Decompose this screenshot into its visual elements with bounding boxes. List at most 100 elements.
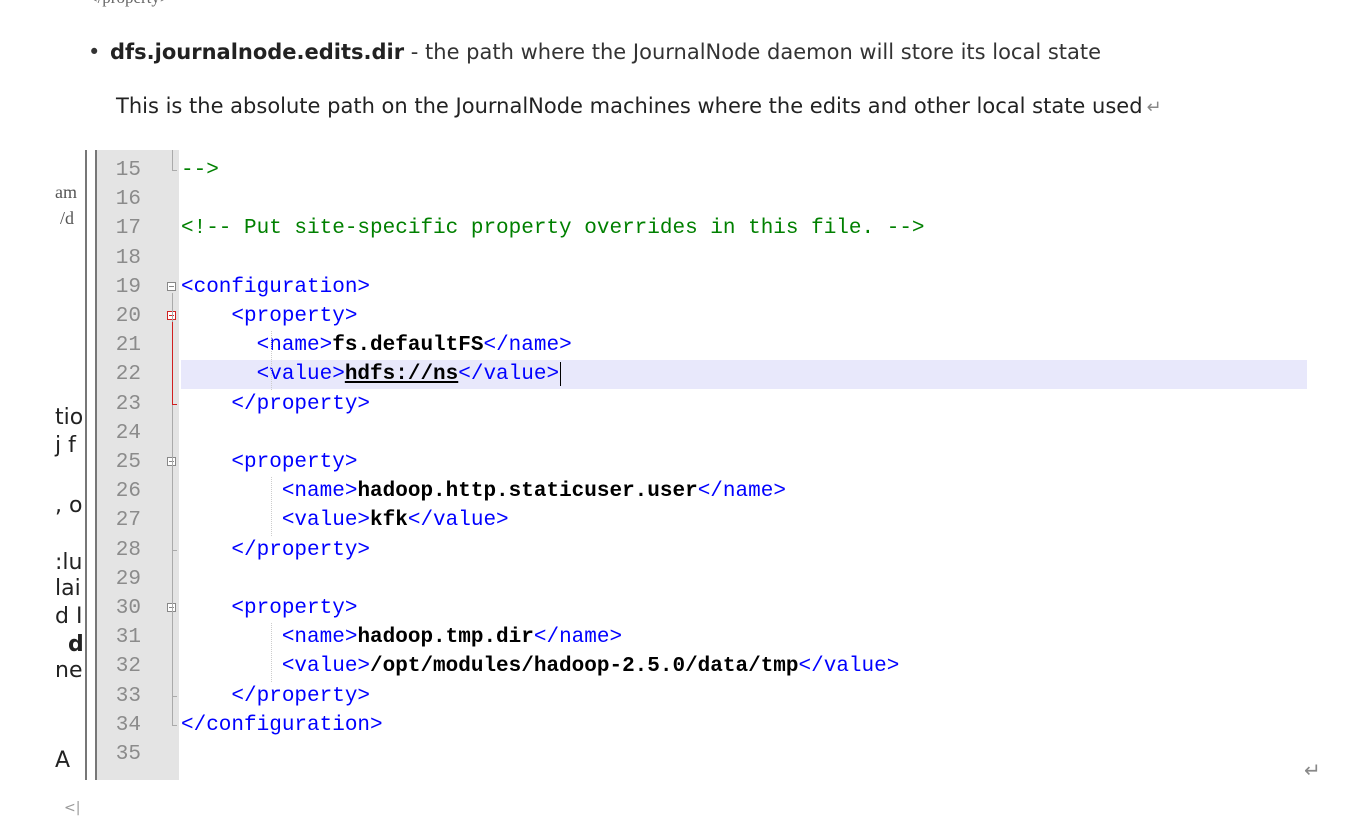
code-line[interactable]: 17 <!-- Put site-specific property overri… [97,214,1307,243]
line-number: 23 [115,392,141,416]
clipped-text: tio [55,405,84,430]
fold-guide-line [172,468,173,550]
code-text: <value>hdfs://ns</value> [181,360,562,389]
code-line[interactable]: 34 </configuration> [97,711,1307,740]
code-token: <property> [181,305,358,328]
line-number: 32 [115,655,141,679]
code-text: <name>fs.defaultFS</name> [181,331,572,360]
code-line[interactable]: 24 [97,419,1307,448]
code-line[interactable]: 26 <name>hadoop.http.staticuser.user</na… [97,477,1307,506]
code-line[interactable]: 15 --> [97,156,1307,185]
code-text: <name>hadoop.tmp.dir</name> [181,623,622,652]
code-text: </property> [181,390,370,419]
indent-guide [271,331,272,390]
code-token: <name> [181,626,358,650]
fold-end-tick [172,170,177,171]
code-text: </property> [181,536,370,565]
code-token: <property> [181,451,358,474]
code-token: <property> [181,597,358,620]
indent-guide [271,477,272,536]
code-token: <value> [181,363,345,387]
code-line[interactable]: 25 <property> [97,448,1307,477]
clipped-text: d I [55,604,83,629]
code-token: hadoop.tmp.dir [357,626,534,650]
code-token: </value> [798,655,900,679]
code-token: </configuration> [181,713,383,737]
code-line[interactable]: 16 [97,185,1307,214]
clipped-text: , o [55,493,83,518]
fold-end-tick [172,695,177,697]
code-line[interactable]: 35 [97,740,1307,769]
code-token: <name> [181,334,333,358]
code-text: <value>/opt/modules/hadoop-2.5.0/data/tm… [181,652,900,681]
code-token: <value> [181,655,371,679]
code-token: --> [181,159,219,182]
code-line[interactable]: 18 [97,244,1307,273]
code-line[interactable]: 23 </property> [97,390,1307,419]
line-number: 24 [115,421,141,445]
code-line[interactable]: 28 </property> [97,536,1307,565]
clipped-text: j f [55,433,76,458]
code-token: </property> [181,538,371,562]
line-number: 28 [115,538,141,562]
return-icon: ↵ [1304,758,1321,782]
code-token: /opt/modules/hadoop-2.5.0/data/tmp [370,655,799,679]
bullet-description: - the path where the JournalNode daemon … [404,40,1102,64]
line-number: 18 [115,246,141,270]
line-number: 22 [115,363,141,387]
line-number: 30 [115,597,141,620]
code-text: <value>kfk</value> [181,506,509,535]
line-number: 33 [115,684,141,708]
return-icon: ↵ [1146,97,1162,118]
code-text: <property> [181,594,357,623]
code-token: kfk [370,509,408,533]
bullet-term: dfs.journalnode.edits.dir [110,40,405,64]
code-editor[interactable]: 15 --> 16 17 <!-- Put site-specific property… [97,150,1327,780]
code-token: <name> [181,480,358,504]
code-text: <!-- Put site-specific property override… [181,214,925,243]
code-line[interactable]: 29 [97,565,1307,594]
code-line[interactable]: 22 <value>hdfs://ns</value> [97,360,1307,390]
code-text: --> [181,156,219,185]
clipped-text: lai [55,576,81,601]
code-token: </name> [533,626,623,650]
code-token: </name> [483,334,572,358]
fold-guide-line [172,322,173,404]
code-line[interactable]: 33 </property> [97,682,1307,711]
code-text: </configuration> [181,711,383,740]
bullet-dot: • [88,40,101,64]
code-token: fs.defaultFS [332,334,484,358]
line-number: 31 [115,626,141,650]
fold-end-tick [172,549,177,551]
code-token: </value> [458,363,560,387]
fold-collapse-icon[interactable] [167,281,176,291]
fold-guide-line [172,614,173,696]
bottom-residue: <| [64,800,81,816]
fold-guide-line [172,150,173,170]
fold-end-tick [172,403,177,405]
code-line[interactable]: 20 <property> [97,302,1307,331]
code-line[interactable]: 30 <property> [97,594,1307,623]
indent-guide [271,623,272,682]
code-token: <value> [181,509,371,533]
line-number: 27 [115,509,141,533]
paragraph-text: This is the absolute path on the Journal… [116,94,1143,118]
code-token: </name> [697,480,786,504]
line-number: 34 [115,713,141,737]
clipped-text: am [55,182,77,202]
code-token: hdfs://ns [344,363,459,387]
code-text: <configuration> [181,273,370,302]
code-line[interactable]: 31 <name>hadoop.tmp.dir</name> [97,623,1307,652]
code-line[interactable]: 32 <value>/opt/modules/hadoop-2.5.0/data… [97,652,1307,681]
code-line[interactable]: 19 <configuration> [97,273,1307,302]
code-token: </property> [181,684,371,708]
bullet-item: • dfs.journalnode.edits.dir - the path wh… [88,40,1101,64]
previous-code-residue: </property> [88,0,170,8]
clipped-text: /d [60,208,75,228]
fold-end-tick [172,724,177,726]
line-number: 35 [115,743,141,766]
code-token: </property> [181,392,371,416]
code-line[interactable]: 21 <name>fs.defaultFS</name> [97,331,1307,360]
code-line[interactable]: 27 <value>kfk</value> [97,506,1307,535]
code-token: hadoop.http.staticuser.user [357,480,698,504]
